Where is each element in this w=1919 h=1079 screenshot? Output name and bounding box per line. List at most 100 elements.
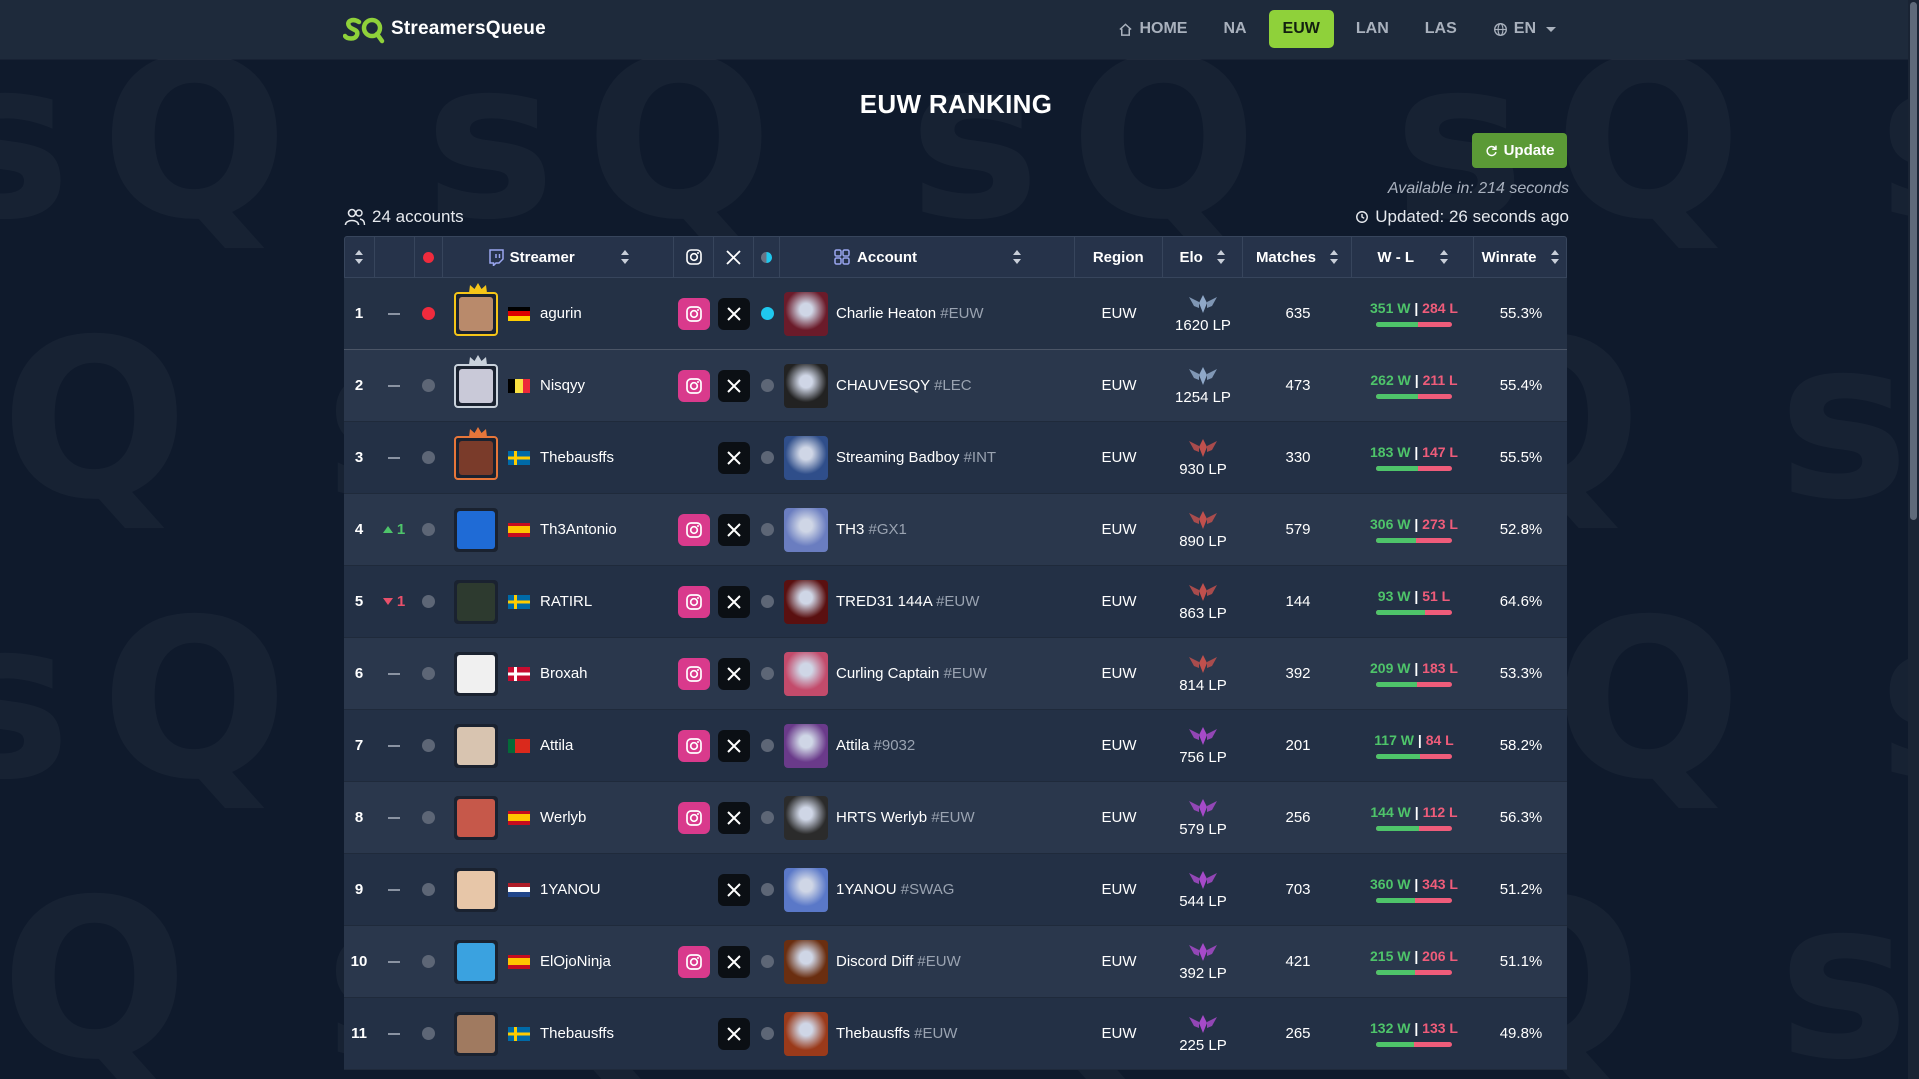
elo-header[interactable]: Elo (1163, 237, 1243, 277)
account-cell[interactable]: 1YANOU #SWAG (780, 854, 1075, 925)
instagram-button[interactable] (678, 297, 710, 330)
table-row[interactable]: 6 Broxah Curling Captain #EUW EUW 814 LP 392 2… (344, 638, 1567, 710)
account-name[interactable]: CHAUVESQY #LEC (836, 377, 972, 394)
streamer-name[interactable]: agurin (540, 305, 582, 322)
streamer-name[interactable]: Nisqyy (540, 377, 585, 394)
streamer-cell[interactable]: 1YANOU (442, 854, 674, 925)
brand-logo[interactable]: StreamersQueue (343, 14, 546, 44)
account-cell[interactable]: Discord Diff #EUW (780, 926, 1075, 997)
streamer-name[interactable]: 1YANOU (540, 881, 601, 898)
account-cell[interactable]: Streaming Badboy #INT (780, 422, 1075, 493)
streamer-cell[interactable]: ElOjoNinja (442, 926, 674, 997)
matches-header[interactable]: Matches (1243, 237, 1353, 277)
table-row[interactable]: 10 ElOjoNinja Discord Diff #EUW EUW 392 LP 42… (344, 926, 1567, 998)
avatar[interactable] (454, 867, 498, 912)
avatar[interactable] (454, 651, 498, 696)
avatar[interactable] (454, 723, 498, 768)
account-cell[interactable]: Thebausffs #EUW (780, 998, 1075, 1069)
table-row[interactable]: 3 Thebausffs Streaming Badboy #INT EUW 930 L… (344, 422, 1567, 494)
account-name[interactable]: HRTS Werlyb #EUW (836, 809, 975, 826)
x-button[interactable] (718, 369, 750, 402)
x-button[interactable] (718, 801, 750, 834)
sort-rank-header[interactable] (345, 237, 375, 277)
account-name[interactable]: Discord Diff #EUW (836, 953, 961, 970)
streamer-name[interactable]: Broxah (540, 665, 588, 682)
streamer-name[interactable]: Attila (540, 737, 573, 754)
table-row[interactable]: 7 Attila Attila #9032 EUW 756 LP 201 117 W | 8… (344, 710, 1567, 782)
streamer-cell[interactable]: Thebausffs (442, 422, 674, 493)
instagram-button[interactable] (678, 729, 710, 762)
streamer-cell[interactable]: RATIRL (442, 566, 674, 637)
account-name[interactable]: Streaming Badboy #INT (836, 449, 996, 466)
streamer-name[interactable]: Werlyb (540, 809, 586, 826)
table-row[interactable]: 11 Thebausffs Thebausffs #EUW EUW 225 LP 265 1… (344, 998, 1567, 1070)
streamer-name[interactable]: RATIRL (540, 593, 592, 610)
account-name[interactable]: TRED31 144A #EUW (836, 593, 979, 610)
account-cell[interactable]: Attila #9032 (780, 710, 1075, 781)
instagram-button[interactable] (678, 585, 710, 618)
x-button[interactable] (718, 297, 750, 330)
account-cell[interactable]: HRTS Werlyb #EUW (780, 782, 1075, 853)
x-button[interactable] (718, 657, 750, 690)
wl-header[interactable]: W - L (1352, 237, 1475, 277)
account-cell[interactable]: Curling Captain #EUW (780, 638, 1075, 709)
table-row[interactable]: 8 Werlyb HRTS Werlyb #EUW EUW 579 LP 256 144 W… (344, 782, 1567, 854)
streamer-cell[interactable]: Broxah (442, 638, 674, 709)
account-name[interactable]: Attila #9032 (836, 737, 915, 754)
nav-euw[interactable]: EUW (1268, 10, 1334, 48)
avatar[interactable] (454, 426, 498, 480)
x-button[interactable] (718, 945, 750, 978)
streamer-name[interactable]: ElOjoNinja (540, 953, 611, 970)
streamer-cell[interactable]: Werlyb (442, 782, 674, 853)
instagram-button[interactable] (678, 369, 710, 402)
streamer-cell[interactable]: Nisqyy (442, 350, 674, 421)
table-row[interactable]: 1 agurin Charlie Heaton #EUW EUW 1620 LP 635 3… (344, 278, 1567, 350)
avatar[interactable] (454, 282, 498, 336)
table-row[interactable]: 9 1YANOU 1YANOU #SWAG EUW 544 LP 703 360 W | 3… (344, 854, 1567, 926)
account-name[interactable]: Charlie Heaton #EUW (836, 305, 984, 322)
x-button[interactable] (718, 513, 750, 546)
account-name[interactable]: TH3 #GX1 (836, 521, 907, 538)
x-button[interactable] (718, 585, 750, 618)
instagram-button[interactable] (678, 657, 710, 690)
table-row[interactable]: 4 1 Th3Antonio TH3 #GX1 EUW 890 LP 579 306 W | … (344, 494, 1567, 566)
account-name[interactable]: Thebausffs #EUW (836, 1025, 957, 1042)
nav-las[interactable]: LAS (1411, 10, 1471, 48)
streamer-cell[interactable]: Th3Antonio (442, 494, 674, 565)
instagram-button[interactable] (678, 801, 710, 834)
x-button[interactable] (718, 873, 750, 906)
account-cell[interactable]: TH3 #GX1 (780, 494, 1075, 565)
table-row[interactable]: 2 Nisqyy CHAUVESQY #LEC EUW 1254 LP 473 262 W … (344, 350, 1567, 422)
nav-home[interactable]: HOME (1104, 10, 1201, 48)
avatar[interactable] (454, 354, 498, 408)
streamer-name[interactable]: Thebausffs (540, 1025, 614, 1042)
avatar[interactable] (454, 795, 498, 840)
instagram-button[interactable] (678, 513, 710, 546)
update-button[interactable]: Update (1472, 133, 1567, 168)
instagram-button[interactable] (678, 945, 710, 978)
account-name[interactable]: Curling Captain #EUW (836, 665, 987, 682)
streamer-name[interactable]: Thebausffs (540, 449, 614, 466)
avatar[interactable] (454, 507, 498, 552)
x-button[interactable] (718, 729, 750, 762)
language-dropdown[interactable]: EN (1479, 10, 1570, 48)
streamer-cell[interactable]: agurin (442, 278, 674, 349)
table-row[interactable]: 5 1 RATIRL TRED31 144A #EUW EUW 863 LP 144 93 W… (344, 566, 1567, 638)
account-cell[interactable]: Charlie Heaton #EUW (780, 278, 1075, 349)
nav-na[interactable]: NA (1209, 10, 1260, 48)
account-cell[interactable]: TRED31 144A #EUW (780, 566, 1075, 637)
streamer-header[interactable]: Streamer (443, 237, 675, 277)
x-button[interactable] (718, 1017, 750, 1050)
x-button[interactable] (718, 441, 750, 474)
streamer-cell[interactable]: Attila (442, 710, 674, 781)
account-cell[interactable]: CHAUVESQY #LEC (780, 350, 1075, 421)
streamer-name[interactable]: Th3Antonio (540, 521, 617, 538)
page-scrollbar[interactable] (1908, 0, 1919, 1079)
streamer-cell[interactable]: Thebausffs (442, 998, 674, 1069)
winrate-header[interactable]: Winrate (1474, 237, 1566, 277)
avatar[interactable] (454, 1011, 498, 1056)
scrollbar-thumb[interactable] (1910, 2, 1917, 520)
account-header[interactable]: Account (780, 237, 1075, 277)
account-name[interactable]: 1YANOU #SWAG (836, 881, 954, 898)
avatar[interactable] (454, 939, 498, 984)
